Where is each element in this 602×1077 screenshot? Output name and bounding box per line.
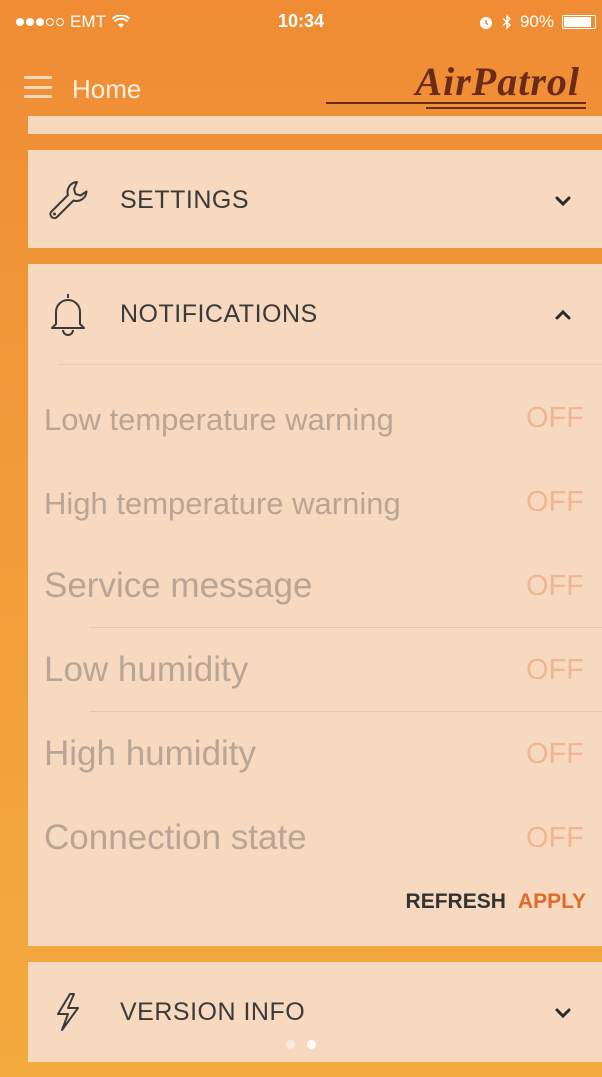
notifications-section: NOTIFICATIONS Low temperature warning OF… bbox=[28, 264, 602, 946]
notifications-title: NOTIFICATIONS bbox=[120, 300, 318, 328]
notification-row-low-temperature[interactable]: Low temperature warning OFF bbox=[44, 376, 584, 460]
battery-percent: 90% bbox=[519, 12, 554, 31]
notifications-header[interactable]: NOTIFICATIONS bbox=[28, 264, 602, 364]
page-indicator[interactable] bbox=[0, 1040, 602, 1049]
notification-row-low-humidity[interactable]: Low humidity OFF bbox=[44, 628, 602, 712]
settings-header[interactable]: SETTINGS bbox=[28, 150, 602, 250]
chevron-down-icon[interactable] bbox=[552, 1002, 574, 1024]
notification-toggle[interactable]: OFF bbox=[526, 570, 584, 603]
notification-toggle[interactable]: OFF bbox=[526, 654, 584, 687]
notification-label: Low temperature warning bbox=[44, 402, 394, 437]
bluetooth-icon bbox=[502, 14, 511, 30]
refresh-button[interactable]: REFRESH bbox=[406, 890, 506, 914]
divider bbox=[58, 364, 602, 365]
chevron-up-icon[interactable] bbox=[552, 304, 574, 326]
notification-toggle[interactable]: OFF bbox=[526, 738, 584, 771]
alarm-icon bbox=[479, 17, 492, 29]
bell-icon bbox=[51, 294, 85, 336]
notification-label: Connection state bbox=[44, 818, 307, 857]
lightning-icon bbox=[57, 993, 79, 1031]
notification-row-service-message[interactable]: Service message OFF bbox=[44, 544, 602, 628]
notification-label: High humidity bbox=[44, 734, 257, 773]
app-logo: AirPatrol bbox=[326, 58, 586, 112]
page-dot[interactable] bbox=[307, 1040, 316, 1049]
nav-bar: Home AirPatrol bbox=[0, 46, 602, 126]
collapsed-section-edge bbox=[28, 116, 602, 134]
settings-title: SETTINGS bbox=[120, 186, 250, 214]
wrench-icon bbox=[49, 181, 88, 220]
notification-row-connection-state[interactable]: Connection state OFF bbox=[44, 796, 584, 880]
notification-label: High temperature warning bbox=[44, 486, 401, 521]
status-bar: EMT 10:34 90% bbox=[0, 0, 602, 46]
settings-section[interactable]: SETTINGS bbox=[28, 150, 602, 248]
page-dot[interactable] bbox=[286, 1040, 295, 1049]
notification-toggle[interactable]: OFF bbox=[526, 402, 584, 435]
hamburger-icon[interactable] bbox=[24, 76, 52, 98]
logo-text: AirPatrol bbox=[415, 59, 580, 104]
chevron-down-icon[interactable] bbox=[552, 190, 574, 212]
notification-label: Service message bbox=[44, 566, 313, 605]
notification-toggle[interactable]: OFF bbox=[526, 486, 584, 519]
notification-actions: REFRESH APPLY bbox=[406, 890, 586, 914]
notification-row-high-humidity[interactable]: High humidity OFF bbox=[44, 712, 584, 796]
notification-row-high-temperature[interactable]: High temperature warning OFF bbox=[44, 460, 584, 544]
notification-toggle[interactable]: OFF bbox=[526, 822, 584, 855]
version-info-title: VERSION INFO bbox=[120, 998, 306, 1026]
apply-button[interactable]: APPLY bbox=[518, 890, 586, 914]
status-right: 90% bbox=[478, 12, 596, 32]
battery-icon bbox=[562, 15, 596, 29]
notification-label: Low humidity bbox=[44, 650, 249, 689]
page-title: Home bbox=[72, 74, 142, 104]
